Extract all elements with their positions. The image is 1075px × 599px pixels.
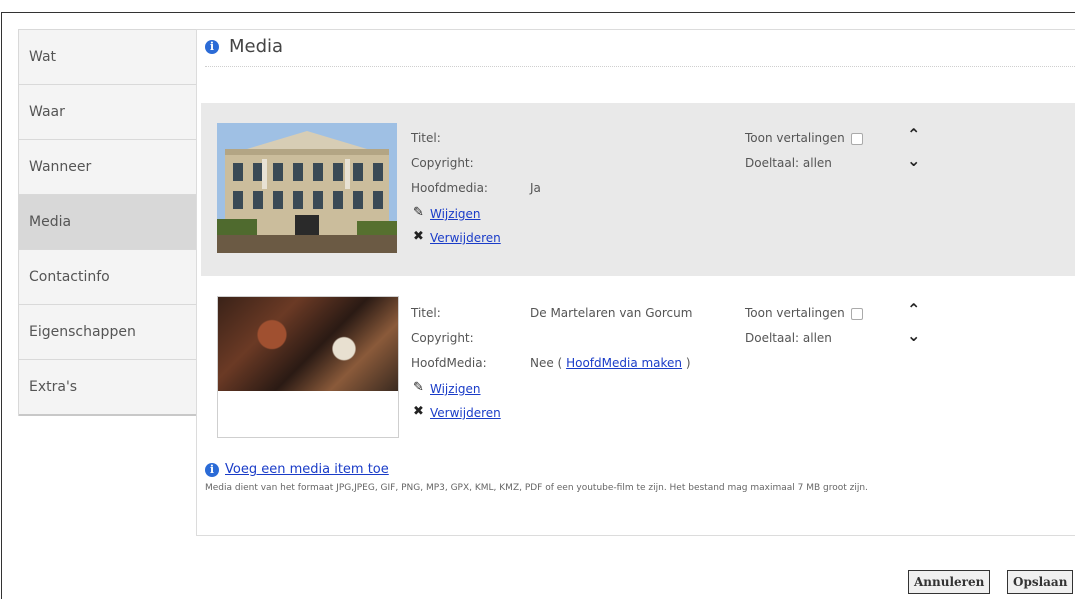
delete-icon: ✖ <box>413 404 424 419</box>
add-media-link[interactable]: Voeg een media item toe <box>225 462 389 477</box>
sidebar-item-contactinfo[interactable]: Contactinfo <box>19 250 197 305</box>
translations-checkbox[interactable] <box>850 307 863 320</box>
sidebar-item-media[interactable]: Media <box>19 195 197 250</box>
save-button[interactable]: Opslaan <box>1007 570 1074 594</box>
panel-title: Media <box>229 36 284 57</box>
sidebar-item-waar[interactable]: Waar <box>19 85 197 140</box>
sidebar-item-eigenschappen[interactable]: Eigenschappen <box>19 305 197 360</box>
building-image <box>217 123 397 253</box>
sidebar-item-wanneer[interactable]: Wanneer <box>19 140 197 195</box>
painting-image <box>218 297 398 391</box>
title-value: De Martelaren van Gorcum <box>530 306 693 320</box>
copyright-label: Copyright: <box>411 331 474 345</box>
delete-icon: ✖ <box>413 229 424 244</box>
translations-label: Toon vertalingen <box>745 306 863 320</box>
header-divider <box>205 66 1075 67</box>
translations-label: Toon vertalingen <box>745 131 863 145</box>
title-label: Titel: <box>411 306 441 320</box>
hoofdmedia-status: Nee ( <box>530 356 563 370</box>
translations-text: Toon vertalingen <box>745 306 845 320</box>
sidebar-item-wat[interactable]: Wat <box>19 30 197 85</box>
edit-link[interactable]: Wijzigen <box>430 207 481 221</box>
media-item: Titel: De Martelaren van Gorcum Copyrigh… <box>201 286 1075 446</box>
hoofdmedia-value: Nee ( HoofdMedia maken ) <box>530 356 691 370</box>
target-language-label: Doeltaal: allen <box>745 331 832 345</box>
pencil-icon: ✎ <box>413 205 424 220</box>
move-up-icon[interactable]: ⌃ <box>907 125 920 144</box>
make-hoofdmedia-link[interactable]: HoofdMedia maken <box>566 356 682 370</box>
media-panel: i Media Titel: Copyright: Hoofdmedia: Ja… <box>196 29 1075 536</box>
media-help-text: Media dient van het formaat JPG,JPEG, GI… <box>205 483 868 493</box>
translations-text: Toon vertalingen <box>745 131 845 145</box>
hoofdmedia-value: Ja <box>530 181 541 195</box>
delete-link[interactable]: Verwijderen <box>430 406 501 420</box>
delete-link[interactable]: Verwijderen <box>430 231 501 245</box>
info-icon: i <box>205 39 219 54</box>
edit-link[interactable]: Wijzigen <box>430 382 481 396</box>
pencil-icon: ✎ <box>413 380 424 395</box>
hoofdmedia-suffix: ) <box>685 356 691 370</box>
sidebar: Wat Waar Wanneer Media Contactinfo Eigen… <box>18 29 198 416</box>
media-thumbnail[interactable] <box>217 296 399 438</box>
cancel-button[interactable]: Annuleren <box>908 570 991 594</box>
hoofdmedia-label: HoofdMedia: <box>411 356 487 370</box>
move-down-icon[interactable]: ⌄ <box>907 326 920 345</box>
copyright-label: Copyright: <box>411 156 474 170</box>
sidebar-item-extras[interactable]: Extra's <box>19 360 197 416</box>
media-item: Titel: Copyright: Hoofdmedia: Ja ✎ Wijzi… <box>201 103 1075 276</box>
title-label: Titel: <box>411 131 441 145</box>
add-media-row: i Voeg een media item toe <box>205 462 389 477</box>
move-down-icon[interactable]: ⌄ <box>907 151 920 170</box>
panel-header: i Media <box>205 36 283 57</box>
translations-checkbox[interactable] <box>850 132 863 145</box>
move-up-icon[interactable]: ⌃ <box>907 300 920 319</box>
info-icon: i <box>205 462 219 477</box>
media-thumbnail[interactable] <box>217 123 397 253</box>
target-language-label: Doeltaal: allen <box>745 156 832 170</box>
hoofdmedia-label: Hoofdmedia: <box>411 181 488 195</box>
